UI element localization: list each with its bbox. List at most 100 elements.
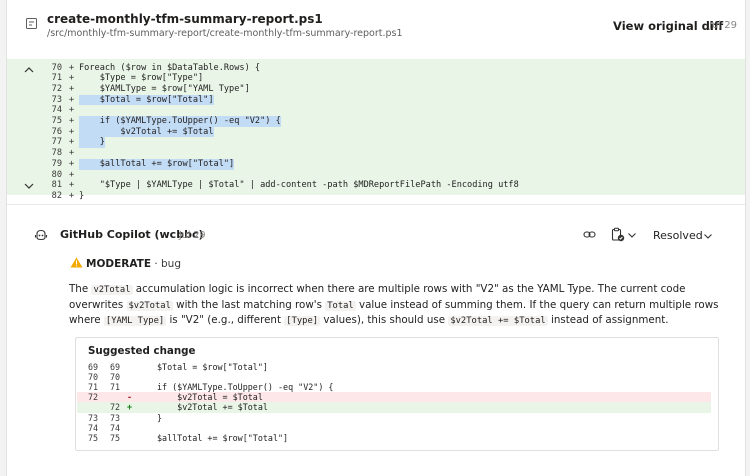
diff-line: 82 +}: [7, 191, 745, 202]
diff-line: 75 + if ($YAMLType.ToUpper() -eq "V2") {: [7, 116, 745, 127]
line-number: 82: [51, 190, 62, 201]
line-number: 79: [51, 158, 62, 169]
link-icon[interactable]: [583, 228, 596, 241]
new-line-number: 69: [110, 362, 121, 372]
suggestion-line: 71 71 if ($YAMLType.ToUpper() -eq "V2") {: [77, 382, 711, 392]
code-text: $Total = $row["Total"]: [79, 94, 214, 106]
code-text: }: [157, 412, 163, 423]
diff-sign: +: [69, 137, 75, 148]
file-date: Jul 29: [709, 20, 737, 31]
suggestion-line: 73 73}: [77, 413, 711, 423]
diff-line: 71 + $Type = $row["Type"]: [7, 73, 745, 84]
diff-sign: +: [69, 148, 75, 159]
diff-line: 70 + Foreach ($row in $DataTable.Rows) {: [7, 63, 745, 74]
file-diff-icon: [26, 18, 37, 29]
diff-sign: +: [69, 73, 75, 84]
comment-date: Jul 29: [179, 230, 206, 241]
inline-code: $v2Total += $Total: [448, 316, 548, 327]
suggestion-line: 74 74: [77, 423, 711, 433]
severity-line: MODERATE · bug: [70, 257, 181, 270]
new-line-number: 75: [110, 432, 121, 443]
code-text: $allTotal += $row["Total"]: [79, 158, 235, 170]
code-text: $YAMLType = $row["YAML Type"]: [79, 83, 250, 94]
body-text: values), this should use: [320, 314, 449, 327]
comment-status-dropdown[interactable]: Resolved: [653, 229, 703, 242]
new-line-number: 71: [110, 382, 121, 393]
view-original-diff-link[interactable]: View original diff: [613, 19, 723, 33]
file-header: create-monthly-tfm-summary-report.ps1 /s…: [7, 0, 745, 56]
line-number: 70: [51, 62, 62, 73]
diff-sign: +: [69, 169, 75, 180]
line-number: 74: [51, 105, 62, 116]
code-text: $v2Total = $Total: [157, 392, 263, 403]
line-number: 81: [51, 180, 62, 191]
code-text: }: [79, 190, 85, 201]
diff-sign: +: [69, 180, 75, 191]
clipboard-icon[interactable]: [610, 227, 625, 242]
new-line-number: 73: [110, 412, 121, 423]
code-text: if ($YAMLType.ToUpper() -eq "V2") {: [79, 116, 281, 127]
body-text: is "V2" (e.g., different: [166, 314, 285, 327]
line-number: 75: [51, 116, 62, 126]
diff-line: 74 +: [7, 105, 745, 116]
code-text: $Total = $row["Total"]: [157, 362, 268, 372]
diff-sign: +: [69, 158, 75, 169]
body-text: instead of assignment.: [547, 314, 669, 327]
suggested-change-title: Suggested change: [88, 345, 196, 357]
pr-file-comment-card: create-monthly-tfm-summary-report.ps1 /s…: [6, 0, 746, 476]
old-line-number: 72: [88, 392, 99, 403]
body-text: The: [69, 283, 92, 295]
old-line-number: 71: [88, 382, 99, 393]
code-text: $Type = $row["Type"]: [79, 73, 204, 84]
old-line-number: 69: [88, 362, 99, 372]
line-number: 76: [51, 126, 62, 137]
line-number: 72: [51, 83, 62, 94]
diff-line: 77 + }: [7, 137, 745, 149]
diff-line: 80 +: [7, 170, 745, 181]
file-name[interactable]: create-monthly-tfm-summary-report.ps1: [47, 12, 323, 26]
code-text: $v2Total += $Total: [157, 402, 268, 413]
diff-sign: +: [69, 62, 75, 73]
inline-code: $v2Total: [126, 300, 173, 311]
suggestion-line: 72 + $v2Total += $Total: [77, 402, 711, 413]
diff-line: 73 + $Total = $row["Total"]: [7, 94, 745, 106]
warning-icon: [70, 257, 83, 268]
inline-code: [YAML Type]: [103, 316, 167, 327]
diff-line: 79 + $allTotal += $row["Total"]: [7, 158, 745, 170]
old-line-number: 70: [88, 372, 99, 383]
suggested-change-box: Suggested change 69 69 $Total = $row["Tota…: [75, 337, 719, 451]
comment-body: The v2Total accumulation logic is incorr…: [69, 282, 719, 329]
body-text: with the last matching row's: [172, 298, 326, 311]
suggestion-line: 70 70: [77, 372, 711, 382]
diff-sign: +: [69, 190, 75, 201]
code-text: }: [79, 137, 105, 149]
diff-line: 76 + $v2Total += $Total: [7, 126, 745, 138]
code-diff: 70 + Foreach ($row in $DataTable.Rows) {71…: [7, 59, 745, 201]
old-line-number: 73: [88, 412, 99, 423]
new-line-number: 72: [110, 402, 121, 413]
diff-sign: -: [127, 392, 133, 403]
code-text: $allTotal += $row["Total"]: [157, 432, 289, 443]
chevron-down-icon[interactable]: [627, 230, 637, 240]
suggestion-line: 72 - $v2Total = $Total: [77, 392, 711, 403]
severity-category: · bug: [154, 258, 182, 270]
chevron-down-icon[interactable]: [703, 231, 713, 241]
diff-sign: +: [69, 126, 75, 137]
copilot-icon: [34, 229, 48, 241]
inline-code: v2Total: [91, 285, 133, 295]
line-number: 71: [51, 73, 62, 84]
diff-line: 78 +: [7, 148, 745, 159]
diff-sign: +: [127, 402, 133, 413]
file-path: /src/monthly-tfm-summary-report/create-m…: [47, 28, 403, 39]
line-number: 73: [51, 94, 62, 105]
diff-sign: +: [69, 83, 75, 94]
line-number: 78: [51, 148, 62, 159]
old-line-number: 75: [88, 432, 99, 443]
line-number: 77: [51, 137, 62, 148]
diff-line: 81 + "$Type | $YAMLType | $Total" | add-c…: [7, 180, 745, 191]
new-line-number: 70: [110, 372, 121, 383]
code-text: $v2Total += $Total: [79, 126, 214, 138]
suggestion-line: 69 69 $Total = $row["Total"]: [77, 362, 711, 372]
diff-sign: +: [69, 94, 75, 105]
line-number: 80: [51, 169, 62, 180]
